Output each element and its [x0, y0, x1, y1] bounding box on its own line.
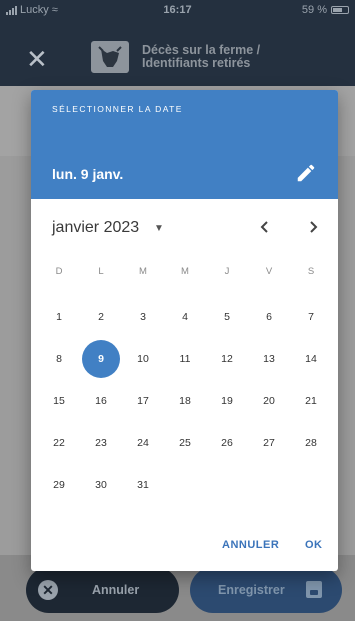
- save-button[interactable]: Enregistrer: [190, 567, 342, 613]
- battery-info: 59 %: [302, 4, 349, 16]
- weekday-label: V: [265, 266, 273, 277]
- day-cell[interactable]: 1: [38, 298, 80, 336]
- day-cell[interactable]: 29: [38, 466, 80, 504]
- chevron-left-icon[interactable]: [253, 215, 277, 239]
- battery-icon: [331, 6, 349, 14]
- date-picker-overline: SÉLECTIONNER LA DATE: [52, 104, 183, 114]
- day-cell[interactable]: 14: [290, 340, 332, 378]
- month-year-selector[interactable]: janvier 2023: [52, 219, 139, 237]
- weekday-label: S: [307, 266, 315, 277]
- selected-date-label: lun. 9 janv.: [52, 166, 124, 182]
- day-cell[interactable]: 5: [206, 298, 248, 336]
- page-title: Décès sur la ferme / Identifiants retiré…: [142, 44, 260, 70]
- day-cell[interactable]: 23: [80, 424, 122, 462]
- weekday-label: D: [55, 266, 63, 277]
- weekday-label: L: [98, 266, 104, 277]
- day-cell[interactable]: 12: [206, 340, 248, 378]
- day-cell[interactable]: 26: [206, 424, 248, 462]
- day-cell[interactable]: 24: [122, 424, 164, 462]
- close-icon[interactable]: ✕: [26, 46, 48, 72]
- save-icon: [306, 581, 322, 598]
- day-cell[interactable]: 21: [290, 382, 332, 420]
- day-cell[interactable]: 20: [248, 382, 290, 420]
- weekday-label: J: [224, 266, 230, 277]
- day-cell[interactable]: 16: [80, 382, 122, 420]
- date-picker-dialog: SÉLECTIONNER LA DATE lun. 9 janv. janvie…: [31, 90, 338, 571]
- edit-icon[interactable]: [295, 162, 317, 184]
- battery-percent: 59 %: [301, 4, 327, 16]
- day-cell[interactable]: 27: [248, 424, 290, 462]
- weekday-label: M: [181, 266, 189, 277]
- status-bar: Lucky ≈ 16:17 59 %: [0, 0, 355, 22]
- day-cell[interactable]: 4: [164, 298, 206, 336]
- day-cell[interactable]: 19: [206, 382, 248, 420]
- caret-down-icon[interactable]: ▼: [154, 223, 164, 234]
- day-cell[interactable]: 31: [122, 466, 164, 504]
- day-cell[interactable]: 2: [80, 298, 122, 336]
- day-cell[interactable]: 10: [122, 340, 164, 378]
- date-picker-header: SÉLECTIONNER LA DATE lun. 9 janv.: [31, 90, 338, 199]
- day-cell[interactable]: 17: [122, 382, 164, 420]
- day-cell[interactable]: 8: [38, 340, 80, 378]
- cancel-button[interactable]: ✕ Annuler: [26, 567, 179, 613]
- day-cell[interactable]: 30: [80, 466, 122, 504]
- cancel-button-label: Annuler: [92, 583, 140, 597]
- day-cell[interactable]: 28: [290, 424, 332, 462]
- day-cell[interactable]: 18: [164, 382, 206, 420]
- day-cell[interactable]: 7: [290, 298, 332, 336]
- dialog-ok-button[interactable]: OK: [305, 539, 323, 551]
- selected-day-cell[interactable]: 9: [80, 340, 122, 378]
- save-button-label: Enregistrer: [218, 583, 285, 597]
- day-cell[interactable]: 3: [122, 298, 164, 336]
- day-cell[interactable]: 22: [38, 424, 80, 462]
- page-title-line2: Identifiants retirés: [142, 56, 251, 70]
- chevron-right-icon[interactable]: [301, 215, 325, 239]
- day-cell[interactable]: 11: [164, 340, 206, 378]
- day-cell[interactable]: 15: [38, 382, 80, 420]
- cancel-circle-icon: ✕: [38, 580, 58, 600]
- day-cell[interactable]: 6: [248, 298, 290, 336]
- cow-icon: [98, 46, 122, 67]
- weekday-label: M: [139, 266, 147, 277]
- day-cell[interactable]: 13: [248, 340, 290, 378]
- day-cell[interactable]: 25: [164, 424, 206, 462]
- app-logo: [91, 41, 129, 73]
- dialog-cancel-button[interactable]: ANNULER: [222, 539, 279, 551]
